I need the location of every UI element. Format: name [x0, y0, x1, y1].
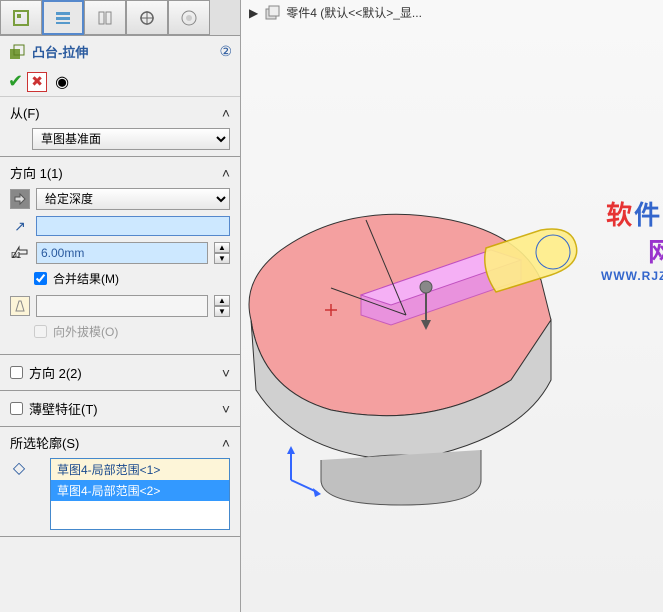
depth-spinner: ▲ ▼	[214, 242, 230, 264]
chevron-up-icon: ˄	[222, 435, 230, 451]
contour-list[interactable]: 草图4-局部范围<1> 草图4-局部范围<2>	[50, 458, 230, 530]
breadcrumb-part[interactable]: 零件4 (默认<<默认>_显...	[286, 4, 422, 21]
direction-arrow-icon: ↗	[10, 218, 30, 235]
thin-feature-checkbox[interactable]	[10, 402, 23, 415]
breadcrumb: ▶ 零件4 (默认<<默认>_显...	[249, 4, 422, 21]
feature-title: 凸台-拉伸	[26, 42, 219, 61]
part-icon	[264, 5, 280, 21]
depth-up-button[interactable]: ▲	[214, 242, 230, 253]
list-item[interactable]: 草图4-局部范围<1>	[51, 459, 229, 480]
section-contours: 所选轮廓(S) ˄ ◇ 草图4-局部范围<1> 草图4-局部范围<2>	[0, 427, 240, 537]
merge-result-label: 合并结果(M)	[53, 270, 119, 287]
section-contours-header[interactable]: 所选轮廓(S) ˄	[10, 433, 230, 452]
section-from-header[interactable]: 从(F) ˄	[10, 103, 230, 122]
chevron-down-icon: ˅	[222, 401, 230, 417]
tab-dimxpert[interactable]	[126, 0, 168, 35]
panel-tabs	[0, 0, 240, 36]
tab-config-manager[interactable]	[84, 0, 126, 35]
tab-property-manager[interactable]	[42, 0, 84, 35]
breadcrumb-arrow-icon[interactable]: ▶	[249, 6, 258, 20]
section-direction2[interactable]: 方向 2(2) ˅	[0, 355, 240, 391]
depth-icon: D1	[10, 245, 30, 262]
draft-outward-checkbox	[34, 325, 47, 338]
draft-angle-input	[36, 295, 208, 317]
section-from-title: 从(F)	[10, 103, 40, 122]
help-icon[interactable]: ②	[219, 43, 232, 60]
watermark: 软件自学网 WWW.RJZXW.COM	[601, 195, 663, 283]
section-dir1-title: 方向 1(1)	[10, 163, 63, 182]
from-dropdown[interactable]: 草图基准面	[32, 128, 230, 150]
tab-feature-tree[interactable]	[0, 0, 42, 35]
watermark-url: WWW.RJZXW.COM	[601, 269, 663, 283]
chevron-down-icon: ˅	[222, 365, 230, 381]
ok-button[interactable]: ✔	[8, 71, 23, 92]
tab-display-manager[interactable]	[168, 0, 210, 35]
direction2-checkbox[interactable]	[10, 366, 23, 379]
merge-result-checkbox[interactable]	[34, 272, 47, 285]
section-thin-title: 薄壁特征(T)	[29, 399, 222, 418]
svg-text:D1: D1	[11, 251, 22, 259]
direction-vector-field[interactable]	[36, 216, 230, 236]
property-panel: 凸台-拉伸 ② ✔ ✖ ◉ 从(F) ˄ 草图基准面 方向 1(1) ˄	[0, 0, 241, 612]
preview-button[interactable]: ◉	[55, 72, 69, 92]
draft-outward-label: 向外拔模(O)	[53, 323, 118, 340]
section-dir1-header[interactable]: 方向 1(1) ˄	[10, 163, 230, 182]
feature-header: 凸台-拉伸 ②	[0, 36, 240, 67]
depth-down-button[interactable]: ▼	[214, 253, 230, 264]
extrude-icon	[8, 43, 26, 61]
draft-icon[interactable]	[10, 296, 30, 316]
chevron-up-icon: ˄	[222, 165, 230, 181]
section-dir2-title: 方向 2(2)	[29, 363, 222, 382]
section-contours-title: 所选轮廓(S)	[10, 433, 79, 452]
draft-up-button[interactable]: ▲	[214, 295, 230, 306]
section-thin-feature[interactable]: 薄壁特征(T) ˅	[0, 391, 240, 427]
cancel-button[interactable]: ✖	[27, 72, 47, 92]
end-condition-dropdown[interactable]: 给定深度	[36, 188, 230, 210]
depth-input[interactable]	[36, 242, 208, 264]
contour-icon: ◇	[10, 458, 28, 478]
section-direction1: 方向 1(1) ˄ 给定深度 ↗ D1	[0, 157, 240, 355]
draft-down-button[interactable]: ▼	[214, 306, 230, 317]
list-item[interactable]: 草图4-局部范围<2>	[51, 480, 229, 501]
chevron-up-icon: ˄	[222, 105, 230, 121]
model-view[interactable]	[241, 120, 663, 540]
reverse-direction-icon[interactable]	[10, 189, 30, 209]
draft-spinner: ▲ ▼	[214, 295, 230, 317]
section-from: 从(F) ˄ 草图基准面	[0, 97, 240, 157]
watermark-text: 软件自学网	[601, 195, 663, 269]
viewport[interactable]: ▶ 零件4 (默认<<默认>_显...	[241, 0, 663, 612]
action-row: ✔ ✖ ◉	[0, 67, 240, 97]
